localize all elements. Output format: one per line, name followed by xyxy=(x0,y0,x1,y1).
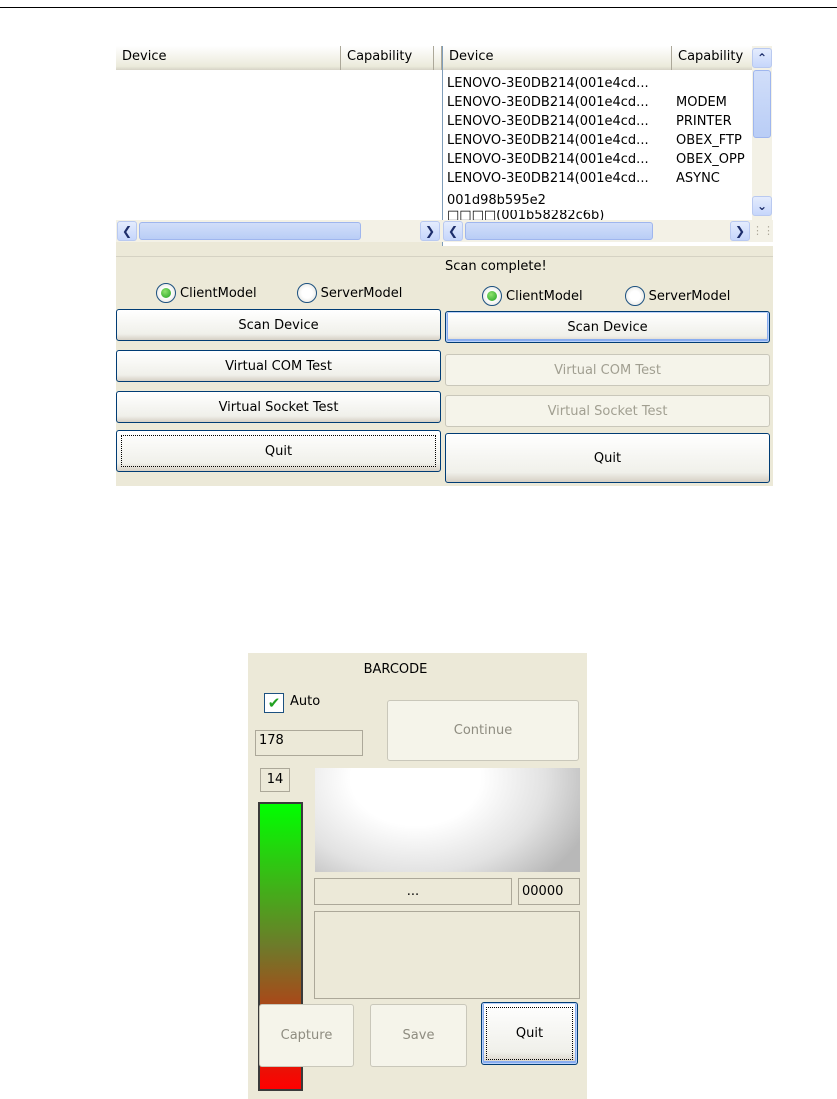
scroll-right-icon[interactable]: ❯ xyxy=(730,221,750,241)
left-virtual-socket-test-button[interactable]: Virtual Socket Test xyxy=(116,391,441,423)
right-radio-server[interactable]: ServerModel xyxy=(624,286,731,306)
radio-unselected-icon[interactable] xyxy=(624,286,645,306)
right-radio-client[interactable]: ClientModel xyxy=(482,286,583,306)
auto-checkbox-label[interactable]: Auto xyxy=(290,694,320,709)
right-vscroll-thumb[interactable] xyxy=(753,70,771,138)
barcode-count-field: 00000 xyxy=(518,878,580,905)
list-item[interactable]: LENOVO-3E0DB214(001e4cd... ASYNC xyxy=(447,169,746,188)
left-radio-client[interactable]: ClientModel xyxy=(156,283,257,303)
right-list-header: Device Capability xyxy=(443,46,753,70)
left-horizontal-scrollbar[interactable]: ❮ ❯ xyxy=(116,220,442,242)
barcode-value-field: 178 xyxy=(255,730,363,756)
left-status-bar xyxy=(116,256,442,276)
list-item[interactable]: LENOVO-3E0DB214(001e4cd... PRINTER xyxy=(447,112,746,131)
barcode-title: BARCODE xyxy=(363,662,428,677)
right-quit-button[interactable]: Quit xyxy=(445,433,770,483)
right-device-list[interactable]: Device Capability LENOVO-3E0DB214(001e4c… xyxy=(442,46,773,246)
signal-level-field: 14 xyxy=(260,768,290,792)
left-scan-device-button[interactable]: Scan Device xyxy=(116,309,441,341)
right-col-capability[interactable]: Capability xyxy=(672,46,753,70)
quit-button[interactable]: Quit xyxy=(481,1002,578,1065)
barcode-log-textbox[interactable] xyxy=(314,911,580,999)
barcode-panel: BARCODE ✔ Auto Continue 178 14 ... 00000… xyxy=(248,653,587,1099)
capture-button[interactable]: Capture xyxy=(259,1004,354,1067)
left-virtual-com-test-button[interactable]: Virtual COM Test xyxy=(116,350,441,382)
save-button[interactable]: Save xyxy=(370,1004,467,1067)
left-bluetooth-panel: Device Capability ❮ ❯ ClientModel Server… xyxy=(116,46,442,486)
page-top-rule xyxy=(0,7,837,8)
list-item[interactable]: LENOVO-3E0DB214(001e4cd... xyxy=(447,74,746,93)
right-horizontal-scrollbar[interactable]: ❮ ❯ xyxy=(442,220,752,242)
right-scroll-thumb[interactable] xyxy=(465,222,653,240)
right-status-bar: Scan complete! xyxy=(442,256,773,276)
continue-button[interactable]: Continue xyxy=(387,700,579,761)
left-col-capability[interactable]: Capability xyxy=(341,46,434,70)
scroll-left-icon[interactable]: ❮ xyxy=(443,221,463,241)
right-vertical-scrollbar[interactable]: ⌃ ⌄ xyxy=(752,46,772,220)
left-scroll-thumb[interactable] xyxy=(139,222,361,240)
left-col-device[interactable]: Device xyxy=(116,46,341,70)
radio-selected-icon[interactable] xyxy=(482,286,502,306)
scroll-up-icon[interactable]: ⌃ xyxy=(752,48,772,68)
right-col-device[interactable]: Device xyxy=(443,46,672,70)
right-mode-radios: ClientModel ServerModel xyxy=(482,284,773,308)
right-virtual-com-test-button[interactable]: Virtual COM Test xyxy=(445,354,770,386)
left-list-header: Device Capability xyxy=(116,46,442,70)
right-bluetooth-panel: Device Capability LENOVO-3E0DB214(001e4c… xyxy=(442,46,773,486)
list-item[interactable]: LENOVO-3E0DB214(001e4cd... MODEM xyxy=(447,93,746,112)
scroll-right-icon[interactable]: ❯ xyxy=(420,221,440,241)
right-virtual-socket-test-button[interactable]: Virtual Socket Test xyxy=(445,395,770,427)
left-radio-server-label: ServerModel xyxy=(320,285,403,301)
list-item[interactable]: □□□□(001b58282c6b) xyxy=(447,210,746,220)
radio-selected-icon[interactable] xyxy=(156,283,176,303)
resize-grip-icon[interactable]: ⋮⋮ xyxy=(752,220,773,242)
list-item[interactable]: 001d98b595e2 xyxy=(447,191,746,210)
left-mode-radios: ClientModel ServerModel xyxy=(156,281,442,305)
radio-unselected-icon[interactable] xyxy=(296,283,317,303)
right-scan-device-button[interactable]: Scan Device xyxy=(445,311,770,343)
left-quit-button[interactable]: Quit xyxy=(116,430,441,472)
checkmark-icon[interactable]: ✔ xyxy=(264,693,284,713)
left-radio-server[interactable]: ServerModel xyxy=(296,283,403,303)
scroll-left-icon[interactable]: ❮ xyxy=(117,221,137,241)
barcode-preview-image xyxy=(315,768,580,872)
list-item[interactable]: LENOVO-3E0DB214(001e4cd... OBEX_FTP xyxy=(447,131,746,150)
left-device-list[interactable]: Device Capability xyxy=(116,46,442,242)
left-radio-client-label: ClientModel xyxy=(180,285,257,301)
left-col-filler xyxy=(434,46,442,70)
right-radio-server-label: ServerModel xyxy=(648,288,731,304)
barcode-result-field: ... xyxy=(314,878,512,905)
list-item[interactable]: LENOVO-3E0DB214(001e4cd... OBEX_OPP xyxy=(447,150,746,169)
scroll-down-icon[interactable]: ⌄ xyxy=(752,196,772,216)
right-radio-client-label: ClientModel xyxy=(506,288,583,304)
